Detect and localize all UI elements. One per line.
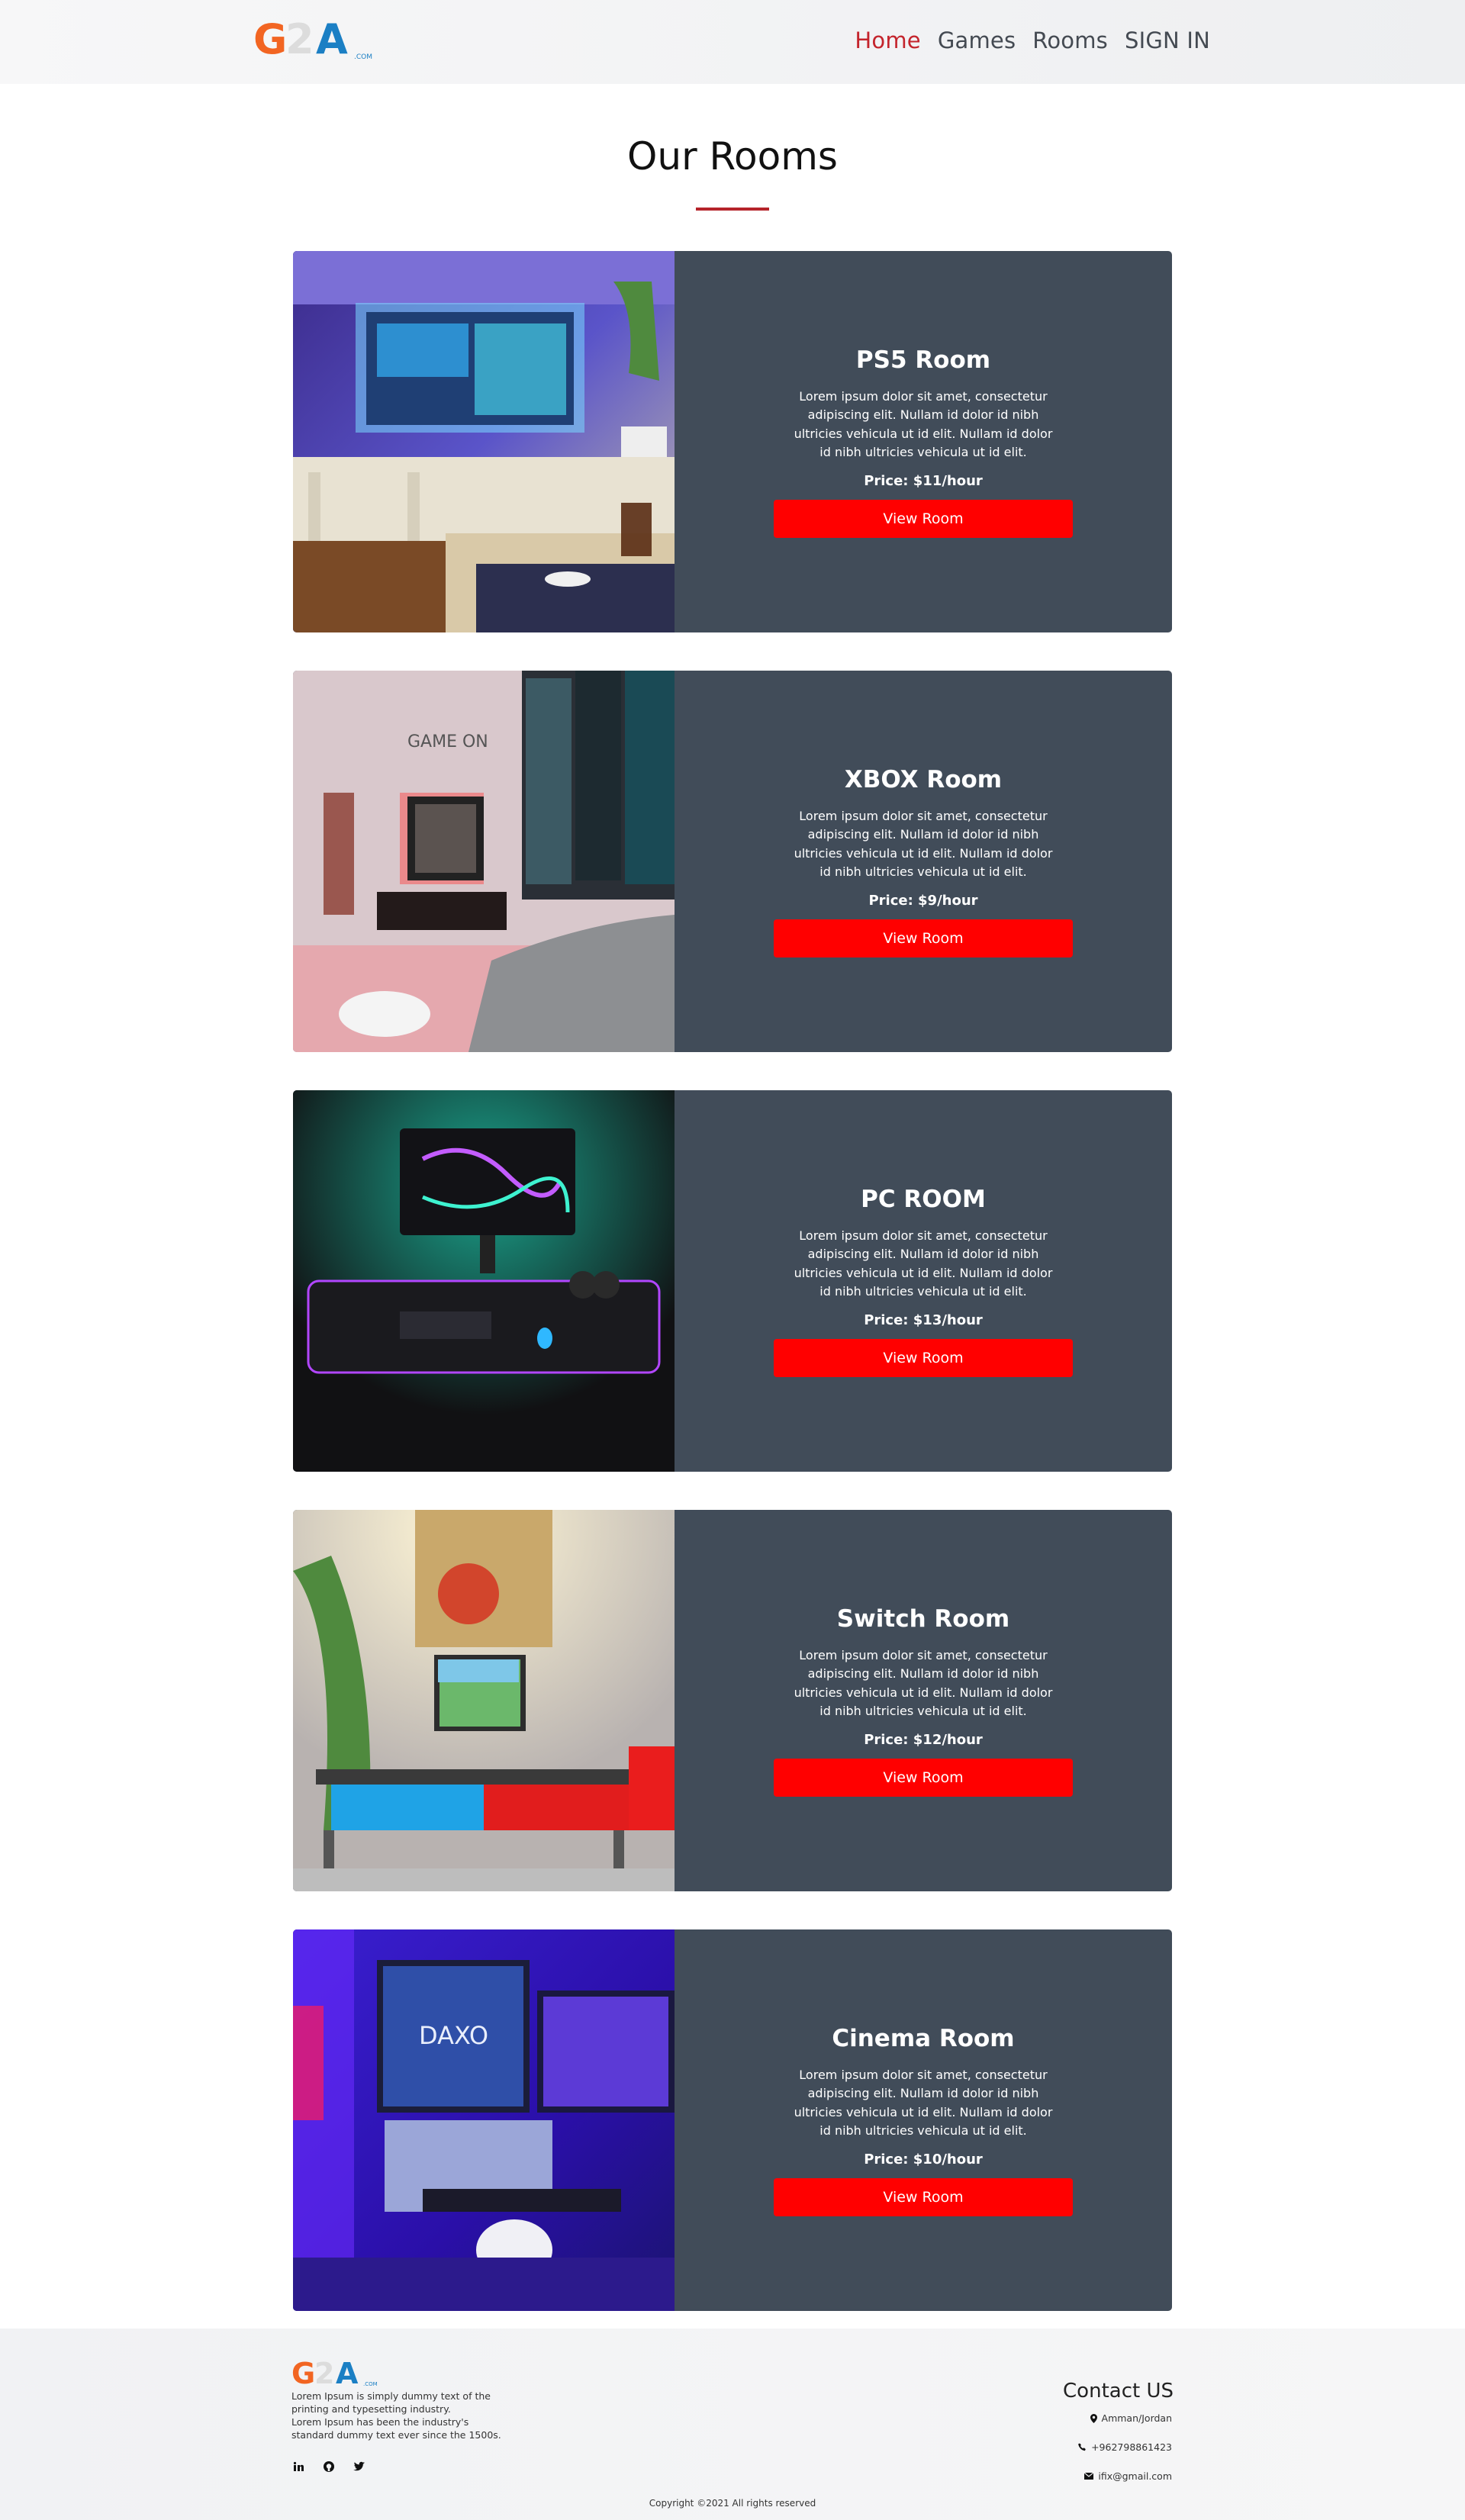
logo-letter-a: A	[316, 17, 348, 61]
contact-location: Amman/Jordan	[1078, 2411, 1172, 2425]
page-title: Our Rooms	[627, 134, 838, 179]
svg-text:GAME ON: GAME ON	[407, 732, 488, 751]
logo-letter-2: 2	[285, 17, 314, 61]
about-line: Lorem Ipsum has been the industry's	[291, 2416, 469, 2428]
view-room-button[interactable]: View Room	[774, 1758, 1073, 1797]
main-nav: Home Games Rooms SIGN IN	[855, 27, 1210, 53]
logo-letter-g: G	[253, 17, 287, 61]
nav-games[interactable]: Games	[938, 27, 1016, 53]
nav-rooms[interactable]: Rooms	[1032, 27, 1108, 53]
room-description: Lorem ipsum dolor sit amet, consectetur …	[794, 1228, 1053, 1299]
room-image-cinema: DAXO	[293, 1929, 675, 2311]
map-marker-icon	[1090, 2413, 1097, 2423]
logo-sub: .COM	[354, 53, 372, 61]
room-image-xbox: GAME ON	[293, 671, 675, 1052]
g2a-logo[interactable]: G 2 A .COM	[253, 15, 388, 63]
room-description: Lorem ipsum dolor sit amet, consectetur …	[794, 388, 1053, 460]
email-text: ifix@gmail.com	[1098, 2470, 1172, 2482]
svg-text:G: G	[291, 2357, 315, 2386]
room-name: Switch Room	[836, 1604, 1010, 1633]
phone-text: +962798861423	[1091, 2441, 1172, 2453]
room-card-cinema: DAXO Cinema Room Lorem ipsum dolor sit a…	[293, 1929, 1172, 2311]
room-image-ps5	[293, 251, 675, 632]
footer-logo[interactable]: G 2 A .COM	[291, 2357, 388, 2390]
svg-text:2: 2	[314, 2357, 334, 2386]
contact-info: Amman/Jordan +962798861423 ifix@gmail.co…	[1078, 2411, 1172, 2498]
view-room-button[interactable]: View Room	[774, 2177, 1073, 2216]
room-price: Price: $12/hour	[864, 1731, 983, 1748]
phone-icon	[1078, 2443, 1086, 2451]
room-info-pc: PC ROOM Lorem ipsum dolor sit amet, cons…	[675, 1090, 1172, 1472]
svg-text:A: A	[336, 2357, 359, 2386]
about-line: standard dummy text ever since the 1500s…	[291, 2429, 501, 2441]
room-description: Lorem ipsum dolor sit amet, consectetur …	[794, 2067, 1053, 2139]
room-card-ps5: PS5 Room Lorem ipsum dolor sit amet, con…	[293, 251, 1172, 632]
social-links	[291, 2460, 366, 2473]
room-info-xbox: XBOX Room Lorem ipsum dolor sit amet, co…	[675, 671, 1172, 1052]
contact-title: Contact US	[1063, 2380, 1174, 2403]
room-price: Price: $13/hour	[864, 1311, 983, 1328]
about-line: printing and typesetting industry.	[291, 2403, 451, 2415]
title-underline	[696, 208, 769, 211]
view-room-button[interactable]: View Room	[774, 499, 1073, 538]
about-line: Lorem Ipsum is simply dummy text of the	[291, 2390, 491, 2402]
view-room-button[interactable]: View Room	[774, 919, 1073, 957]
nav-sign-in[interactable]: SIGN IN	[1125, 27, 1210, 53]
svg-text:DAXO: DAXO	[419, 2021, 488, 2050]
copyright: Copyright ©2021 All rights reserved	[649, 2498, 816, 2509]
footer-about: Lorem Ipsum is simply dummy text of the …	[291, 2390, 520, 2441]
site-header: G 2 A .COM Home Games Rooms SIGN IN	[0, 0, 1465, 84]
room-info-ps5: PS5 Room Lorem ipsum dolor sit amet, con…	[675, 251, 1172, 632]
room-image-switch	[293, 1510, 675, 1891]
contact-email[interactable]: ifix@gmail.com	[1078, 2469, 1172, 2483]
svg-text:.COM: .COM	[363, 2381, 378, 2386]
github-icon[interactable]	[322, 2460, 336, 2473]
room-price: Price: $10/hour	[864, 2151, 983, 2168]
room-name: PS5 Room	[855, 346, 991, 374]
room-image-pc	[293, 1090, 675, 1472]
room-card-pc: PC ROOM Lorem ipsum dolor sit amet, cons…	[293, 1090, 1172, 1472]
room-price: Price: $9/hour	[868, 892, 978, 909]
contact-phone[interactable]: +962798861423	[1078, 2440, 1172, 2454]
room-description: Lorem ipsum dolor sit amet, consectetur …	[794, 808, 1053, 880]
room-card-switch: Switch Room Lorem ipsum dolor sit amet, …	[293, 1510, 1172, 1891]
site-footer: G 2 A .COM Lorem Ipsum is simply dummy t…	[0, 2329, 1465, 2520]
location-text: Amman/Jordan	[1101, 2412, 1172, 2424]
room-name: PC ROOM	[861, 1185, 986, 1213]
room-card-xbox: GAME ON XBOX Room Lorem ipsum dolor sit …	[293, 671, 1172, 1052]
room-name: Cinema Room	[832, 2024, 1015, 2052]
room-info-switch: Switch Room Lorem ipsum dolor sit amet, …	[675, 1510, 1172, 1891]
envelope-icon	[1084, 2473, 1094, 2480]
nav-home[interactable]: Home	[855, 27, 920, 53]
room-description: Lorem ipsum dolor sit amet, consectetur …	[794, 1647, 1053, 1719]
view-room-button[interactable]: View Room	[774, 1338, 1073, 1377]
twitter-icon[interactable]	[353, 2460, 366, 2473]
linkedin-icon[interactable]	[291, 2460, 305, 2473]
room-name: XBOX Room	[844, 765, 1003, 793]
room-price: Price: $11/hour	[864, 472, 983, 489]
room-info-cinema: Cinema Room Lorem ipsum dolor sit amet, …	[675, 1929, 1172, 2311]
